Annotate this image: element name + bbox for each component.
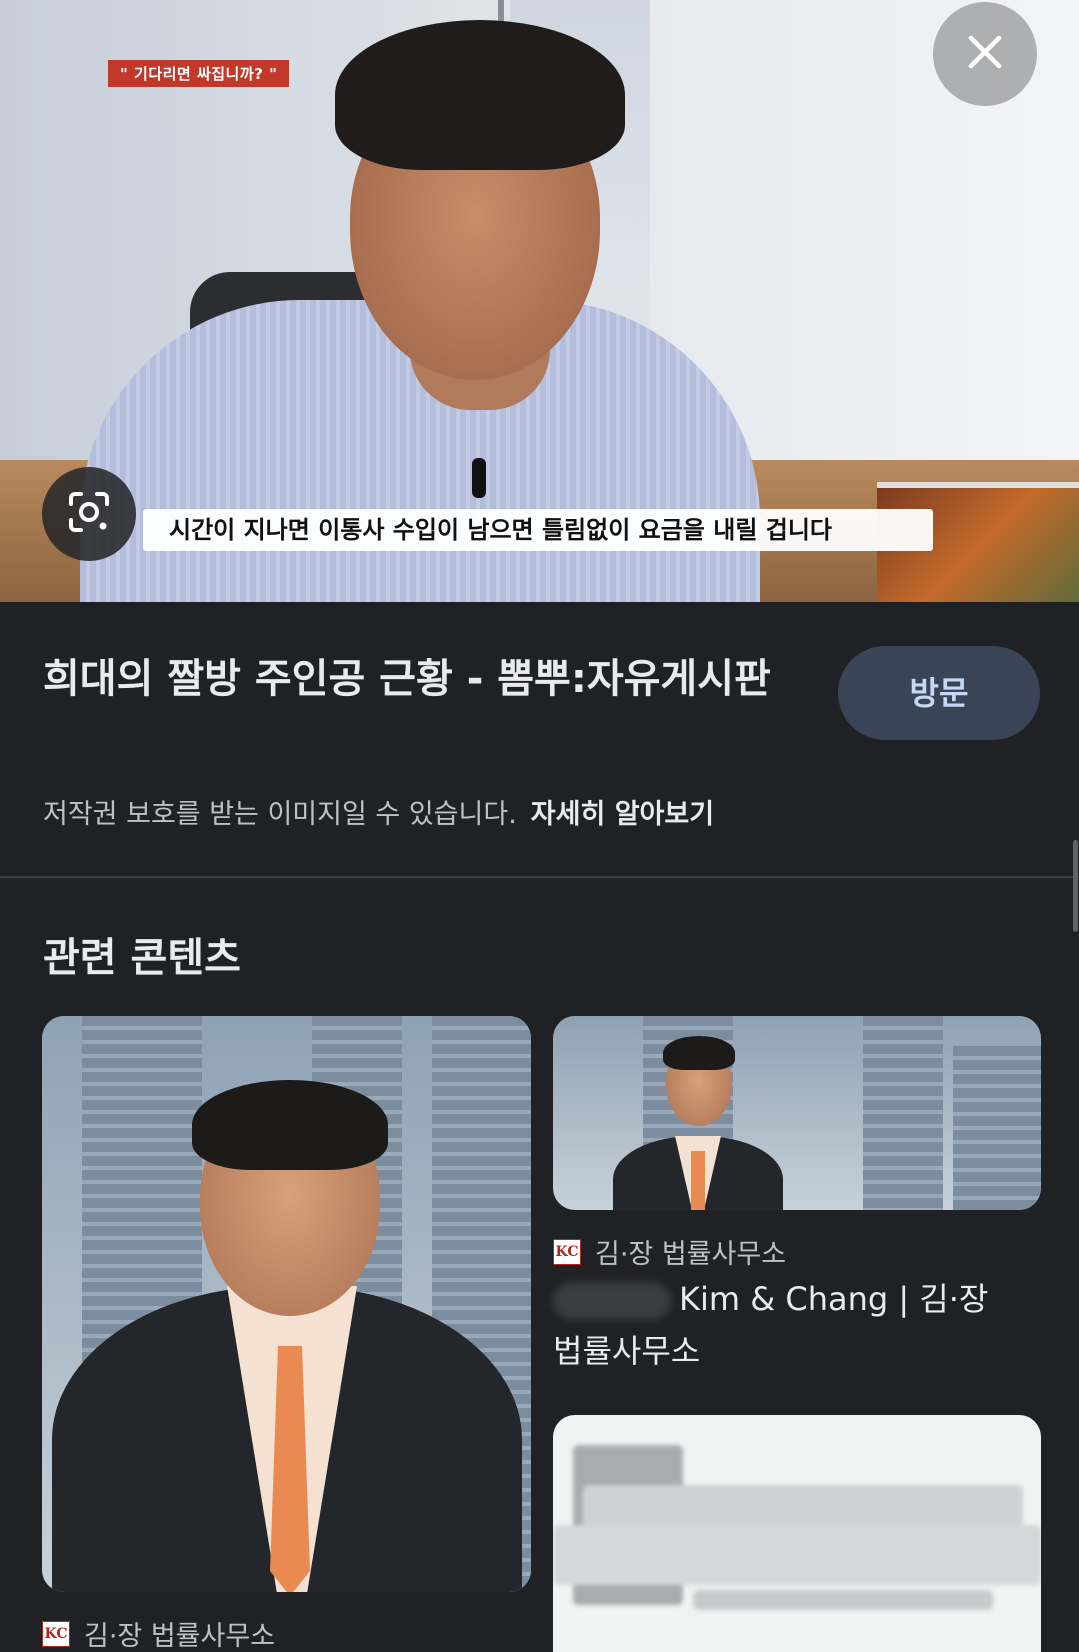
kim-chang-logo: KC [553, 1238, 581, 1265]
broadcast-subtitle: 시간이 지나면 이통사 수입이 남으면 틀림없이 요금을 내릴 겁니다 [143, 509, 933, 551]
result-title[interactable]: 희대의 짤방 주인공 근황 - 뽐뿌:자유게시판 [43, 648, 813, 710]
section-divider [0, 876, 1079, 878]
related-card-image[interactable] [553, 1415, 1041, 1652]
related-card-source[interactable]: KC 김·장 법률사무소 [42, 1614, 275, 1652]
scrollbar[interactable] [1073, 840, 1078, 932]
redacted-text [553, 1282, 671, 1320]
related-card-title[interactable]: Kim & Chang | 김·장 법률사무소 [553, 1273, 1023, 1377]
source-name: 김·장 법률사무소 [595, 1239, 787, 1270]
main-image[interactable]: " 기다리면 싸집니까? " 시간이 지나면 이통사 수입이 남으면 틀림없이 … [0, 0, 1079, 602]
source-name: 김·장 법률사무소 [84, 1621, 276, 1652]
learn-more-link[interactable]: 자세히 알아보기 [531, 799, 714, 830]
visit-button[interactable]: 방문 [838, 646, 1040, 740]
copyright-notice: 저작권 보호를 받는 이미지일 수 있습니다. 자세히 알아보기 [43, 792, 714, 831]
google-lens-icon [65, 488, 113, 540]
close-icon [965, 32, 1005, 76]
related-card-source[interactable]: KC 김·장 법률사무소 [553, 1232, 786, 1271]
broadcast-top-caption: " 기다리면 싸집니까? " [108, 60, 290, 87]
image-viewer-page: " 기다리면 싸집니까? " 시간이 지나면 이통사 수입이 남으면 틀림없이 … [0, 0, 1079, 1652]
related-card-image[interactable] [42, 1016, 531, 1592]
copyright-text: 저작권 보호를 받는 이미지일 수 있습니다. [43, 799, 517, 830]
kim-chang-logo: KC [42, 1620, 70, 1647]
close-button[interactable] [933, 2, 1037, 106]
lapel-mic [472, 458, 486, 498]
related-card-image[interactable] [553, 1016, 1041, 1210]
related-content-heading: 관련 콘텐츠 [43, 935, 241, 981]
lens-search-button[interactable] [42, 467, 136, 561]
person-hair [335, 20, 625, 170]
